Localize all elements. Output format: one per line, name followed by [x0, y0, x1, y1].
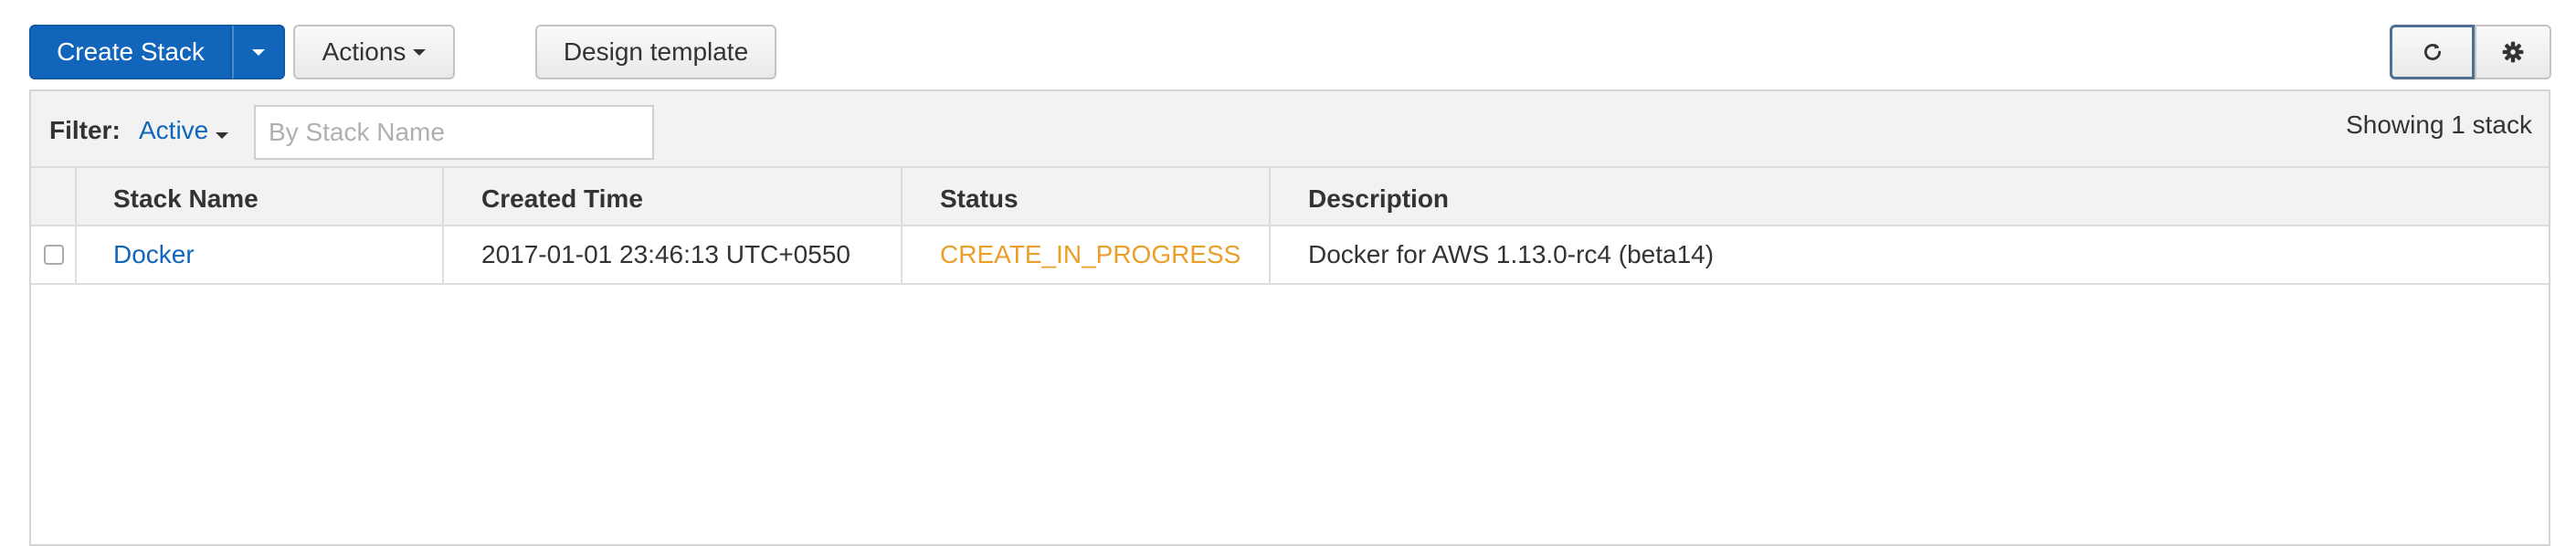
design-template-button[interactable]: Design template: [535, 25, 776, 79]
filter-status-value: Active: [139, 116, 209, 144]
created-time-cell: 2017-01-01 23:46:13 UTC+0550: [481, 240, 850, 268]
create-stack-dropdown-button[interactable]: [232, 25, 285, 79]
column-header-created-time[interactable]: Created Time: [481, 184, 643, 214]
filter-bar: Filter: Active Showing 1 stack: [31, 91, 2549, 168]
refresh-icon: [2423, 43, 2441, 60]
design-template-label: Design template: [563, 37, 749, 66]
showing-count: Showing 1 stack: [2346, 110, 2532, 139]
stacks-panel: Filter: Active Showing 1 stack Stack Nam…: [29, 89, 2550, 546]
filter-status-dropdown[interactable]: Active: [139, 116, 229, 145]
chevron-down-icon: [216, 132, 229, 139]
actions-button[interactable]: Actions: [293, 25, 455, 79]
column-header-stack-name[interactable]: Stack Name: [113, 184, 259, 214]
status-cell: CREATE_IN_PROGRESS: [940, 240, 1241, 268]
column-header-status[interactable]: Status: [940, 184, 1019, 214]
stack-name-link[interactable]: Docker: [113, 240, 195, 269]
create-stack-label: Create Stack: [57, 37, 205, 66]
table-row[interactable]: Docker 2017-01-01 23:46:13 UTC+0550 CREA…: [31, 226, 2549, 285]
gear-icon: [2502, 41, 2524, 63]
settings-button[interactable]: [2475, 25, 2551, 79]
chevron-down-icon: [413, 48, 427, 56]
stack-name-search-input[interactable]: [254, 105, 654, 160]
create-stack-button[interactable]: Create Stack: [29, 25, 232, 79]
description-cell: Docker for AWS 1.13.0-rc4 (beta14): [1308, 240, 1715, 268]
actions-label: Actions: [322, 37, 406, 66]
column-header-description[interactable]: Description: [1308, 184, 1449, 214]
refresh-button[interactable]: [2390, 25, 2475, 79]
row-checkbox[interactable]: [44, 245, 64, 265]
filter-label: Filter:: [49, 116, 121, 144]
table-header: Stack Name Created Time Status Descripti…: [31, 168, 2549, 226]
chevron-down-icon: [252, 48, 265, 56]
